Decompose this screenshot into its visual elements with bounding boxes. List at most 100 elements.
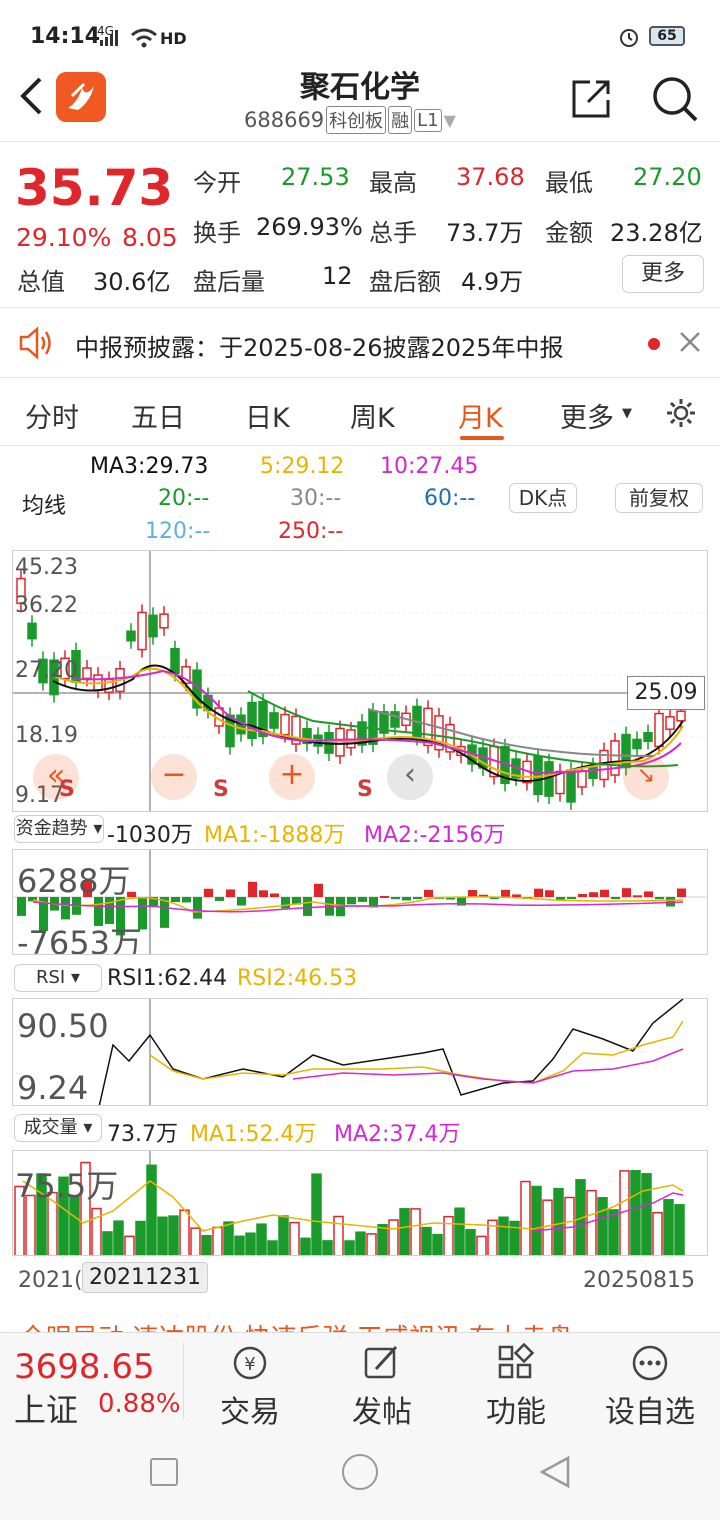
hd-icon: HD xyxy=(160,29,187,48)
vol-selector[interactable]: 成交量 ▾ xyxy=(14,1114,102,1142)
unread-dot xyxy=(648,338,660,350)
vol-selector-label: 成交量 xyxy=(23,1117,78,1138)
fund-selector[interactable]: 资金趋势 ▾ xyxy=(14,815,104,843)
fund-bar xyxy=(391,897,400,900)
y-label-1: 45.23 xyxy=(15,555,78,580)
index-widget[interactable]: 3698.65 上证 0.88% xyxy=(0,1333,181,1429)
volume-bar xyxy=(322,1240,333,1255)
kline-svg xyxy=(13,551,707,811)
fund-bar xyxy=(303,897,312,916)
search-icon[interactable] xyxy=(650,74,700,124)
volume-bar xyxy=(597,1197,608,1255)
volume-bar xyxy=(278,1215,289,1255)
candle-body xyxy=(247,701,257,740)
volume-bar xyxy=(300,1237,311,1255)
fund-bar xyxy=(644,891,653,897)
adjust-button[interactable]: 前复权 xyxy=(615,483,703,513)
add-watchlist-button[interactable]: 设自选 xyxy=(590,1343,710,1431)
fund-bar xyxy=(567,897,576,899)
fund-bar xyxy=(589,892,598,897)
tab-daily-k[interactable]: 日K xyxy=(245,396,290,435)
fund-bar xyxy=(347,897,356,905)
more-dropdown-icon[interactable]: ▼ xyxy=(622,406,632,421)
volume-bar xyxy=(355,1231,366,1255)
rsi-header: RSI ▾ RSI1:62.44 RSI2:46.53 xyxy=(12,962,708,996)
collapse-icon[interactable]: ↘ xyxy=(623,754,669,800)
tab-five-day[interactable]: 五日 xyxy=(131,396,185,435)
tab-monthly-k[interactable]: 月K xyxy=(458,396,503,435)
volume-bar xyxy=(388,1219,399,1255)
recents-icon[interactable] xyxy=(150,1458,178,1486)
functions-label: 功能 xyxy=(486,1395,546,1430)
volume-bar xyxy=(377,1224,388,1255)
candle-body xyxy=(126,630,136,642)
fund-bar xyxy=(380,895,389,898)
candle-body xyxy=(566,769,576,803)
volume-bar xyxy=(465,1228,476,1255)
trade-label: 交易 xyxy=(220,1395,280,1430)
fund-ma2-line xyxy=(32,901,684,913)
scroll-left-button[interactable]: ‹ xyxy=(387,754,433,800)
back-nav-icon[interactable] xyxy=(536,1454,572,1490)
volume-bar xyxy=(553,1187,564,1255)
volume-bar xyxy=(102,1231,113,1255)
ma10-value: 10:27.45 xyxy=(380,454,479,479)
date-start: 2021( xyxy=(18,1268,83,1293)
candle-body xyxy=(632,738,642,750)
fund-bar xyxy=(314,883,323,897)
post-button[interactable]: 发帖 xyxy=(322,1343,442,1431)
volume-bar xyxy=(476,1235,487,1255)
rsi-chart[interactable]: 90.50 9.24 xyxy=(12,998,708,1106)
fund-ma2: MA2:-2156万 xyxy=(364,823,506,848)
stock-code: 688669 xyxy=(244,108,325,132)
stock-header: 聚石化学 688669 科创板 融 L1 ▼ xyxy=(0,60,720,142)
fund-bar xyxy=(413,897,422,899)
zoom-in-button[interactable]: + xyxy=(269,754,315,800)
low-label: 最低 xyxy=(545,169,593,197)
trade-button[interactable]: ¥ 交易 xyxy=(190,1343,310,1431)
fund-bar xyxy=(226,889,235,897)
post-label: 发帖 xyxy=(352,1395,412,1430)
margin-badge: 融 xyxy=(388,106,413,134)
fund-bar xyxy=(182,897,191,903)
more-button[interactable]: 更多 xyxy=(622,255,704,293)
volume-bar xyxy=(223,1221,234,1255)
tab-more[interactable]: 更多 xyxy=(560,396,614,435)
dk-point-button[interactable]: DK点 xyxy=(509,483,577,513)
fund-bar xyxy=(281,897,290,909)
rsi-y-top: 90.50 xyxy=(17,1007,109,1045)
low-value: 27.20 xyxy=(633,163,702,191)
kline-chart[interactable]: 45.23 36.22 27.20 18.19 9.17 25.09 « − +… xyxy=(12,550,708,812)
notice-bar[interactable]: 中报预披露：于2025-08-26披露2025年中报 xyxy=(0,308,720,378)
volume-bar xyxy=(652,1211,663,1255)
fund-bar xyxy=(600,889,609,897)
candle-body xyxy=(27,622,37,640)
signal-icon xyxy=(100,30,118,46)
tab-weekly-k[interactable]: 周K xyxy=(350,396,395,435)
volume-bar xyxy=(190,1227,201,1255)
tab-intraday[interactable]: 分时 xyxy=(25,396,79,435)
fund-bar xyxy=(237,897,246,906)
volume-bar xyxy=(663,1199,674,1255)
functions-button[interactable]: 功能 xyxy=(456,1342,576,1431)
share-icon[interactable] xyxy=(570,78,612,120)
gear-icon[interactable] xyxy=(664,396,698,430)
volume-bar xyxy=(146,1164,157,1255)
home-icon[interactable] xyxy=(342,1454,378,1490)
volume-bar xyxy=(333,1215,344,1255)
close-icon[interactable] xyxy=(678,330,702,354)
ma250-value: 250:-- xyxy=(278,519,344,544)
fund-bar xyxy=(468,890,477,897)
ticker-strip[interactable]: 全眼异动 速达股份 快速反弹 天威视讯 有大幸盘 xyxy=(20,1318,700,1332)
fund-y-top: 6288万 xyxy=(17,862,131,900)
mktcap-value: 30.6亿 xyxy=(93,268,171,296)
zoom-out-button[interactable]: − xyxy=(151,754,197,800)
volume-bar xyxy=(168,1215,179,1255)
fund-bar xyxy=(259,890,268,897)
volume-chart[interactable]: 75.5万 xyxy=(12,1150,708,1256)
rsi-selector[interactable]: RSI ▾ xyxy=(14,964,102,992)
fund-bar xyxy=(611,897,620,899)
chevron-down-icon[interactable]: ▼ xyxy=(444,111,456,130)
fund-chart[interactable]: 6288万 -7653万 xyxy=(12,849,708,955)
high-label: 最高 xyxy=(369,169,417,197)
